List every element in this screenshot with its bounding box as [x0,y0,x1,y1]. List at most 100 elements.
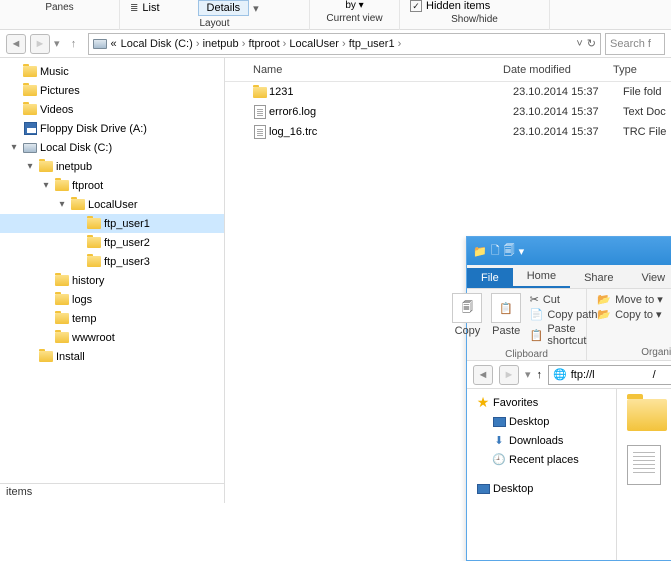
tab-file[interactable]: File [467,268,513,288]
folder-icon [22,64,38,80]
inner-back-button[interactable]: ◄ [473,365,493,385]
tree-item[interactable]: wwwroot [0,328,224,347]
inner-navigation-tree[interactable]: ★FavoritesDesktop⬇Downloads🕘Recent place… [467,389,617,560]
inner-title-bar[interactable]: 📁 🗋 🗐 ▾ bzt-man01 [467,237,671,265]
recent-locations-button[interactable]: ▾ [54,37,60,50]
copy-to-button[interactable]: 📂Copy to ▾ [597,308,662,321]
tree-item[interactable]: Videos [0,100,224,119]
folder-icon [54,292,70,308]
tree-item[interactable]: ftp_user2 [0,233,224,252]
tree-item[interactable]: Pictures [0,81,224,100]
file-name: 1231 [269,86,513,98]
tab-view[interactable]: View [627,268,671,288]
chevron-down-icon[interactable]: ˅ [576,38,582,50]
tree-item[interactable]: ▾LocalUser [0,195,224,214]
qat-icon[interactable]: 🗋 [491,242,500,261]
tree-item[interactable]: ★Favorites [467,393,616,412]
file-item[interactable]: error6.log [627,445,671,485]
folder-icon [251,87,269,98]
tree-item[interactable]: ⬇Downloads [467,431,616,450]
tree-item[interactable]: ftp_user3 [0,252,224,271]
inner-tabs: File Home Share View [467,265,671,289]
expand-toggle[interactable]: ▾ [8,142,20,153]
tree-item[interactable]: ▾ftproot [0,176,224,195]
qat-dropdown-icon[interactable]: ▾ [519,245,525,258]
file-row[interactable]: log_16.trc23.10.2014 15:37TRC File [225,122,671,142]
tree-item-label: Install [56,351,85,363]
move-to-button[interactable]: 📂Move to ▾ [597,293,662,306]
expand-toggle[interactable]: ▾ [56,199,68,210]
hidden-items-checkbox[interactable]: ✓ [410,0,422,12]
column-date[interactable]: Date modified [495,64,605,76]
tree-item[interactable]: ▾Local Disk (C:) [0,138,224,157]
tree-item[interactable]: Desktop [467,412,616,431]
breadcrumb-segment[interactable]: Local Disk (C:) [121,38,193,50]
copy-button[interactable]: 🗐Copy [452,293,483,337]
folder-icon [38,349,54,365]
tree-item-label: Recent places [509,454,579,466]
breadcrumb-segment[interactable]: ftp_user1 [349,38,395,50]
tab-home[interactable]: Home [513,266,570,288]
tree-item[interactable]: history [0,271,224,290]
inner-address-row: ◄ ► ▾ ↑ 🌐 ftp://l / ▾ ↻ [467,361,671,389]
paste-icon: 📋 [491,293,521,323]
folder-icon [627,399,667,431]
tab-share[interactable]: Share [570,268,627,288]
breadcrumb-segment[interactable]: inetpub [203,38,239,50]
file-item[interactable]: 1231 [627,399,671,431]
tree-item-label: inetpub [56,161,92,173]
drive-icon [22,140,38,156]
expand-toggle[interactable]: ▾ [24,161,36,172]
tree-item-label: Videos [40,104,73,116]
inner-file-list[interactable]: 1231 error6.log [617,389,671,560]
tree-item[interactable]: ▾ inetpub [0,157,224,176]
file-type: TRC File [623,126,666,138]
folder-icon [86,235,102,251]
sort-by-button[interactable]: by ▾ [345,0,363,11]
paste-button[interactable]: 📋Paste [491,293,522,337]
file-date: 23.10.2014 15:37 [513,86,623,98]
back-button[interactable]: ◄ [6,34,26,54]
tree-item[interactable]: Music [0,62,224,81]
folder-icon [54,311,70,327]
folder-icon [22,102,38,118]
file-list-pane: Name Date modified Type 123123.10.2014 1… [225,58,671,503]
doc-icon [251,125,269,139]
panes-group: Panes [0,0,120,30]
breadcrumb-segment[interactable]: LocalUser [289,38,339,50]
file-row[interactable]: 123123.10.2014 15:37File fold [225,82,671,102]
forward-button[interactable]: ► [30,34,50,54]
up-button[interactable]: ↑ [64,34,84,54]
qat-icon[interactable]: 🗐 [504,242,515,261]
tree-item[interactable]: logs [0,290,224,309]
inner-recent-button[interactable]: ▾ [525,368,531,381]
inner-address-input[interactable]: 🌐 ftp://l / ▾ [548,365,671,385]
tree-item[interactable]: Desktop [467,479,616,498]
column-type[interactable]: Type [605,64,671,76]
tree-item-label: history [72,275,104,287]
breadcrumb-bar[interactable]: « Local Disk (C:) › inetpub › ftproot › … [88,33,601,55]
refresh-icon[interactable]: ↻ [587,37,596,50]
status-bar: items [0,483,224,503]
tree-item[interactable]: Floppy Disk Drive (A:) [0,119,224,138]
details-button[interactable]: Details [198,0,250,16]
tree-item[interactable]: temp [0,309,224,328]
tree-item[interactable]: ftp_user1 [0,214,224,233]
dropdown-icon[interactable]: ▾ [253,2,259,15]
moveto-icon: 📂 [597,293,611,306]
list-button[interactable]: List [142,2,159,14]
column-name[interactable]: Name [245,64,495,76]
breadcrumb-segment[interactable]: ftproot [248,38,279,50]
expand-toggle[interactable]: ▾ [40,180,52,191]
file-row[interactable]: error6.log23.10.2014 15:37Text Doc [225,102,671,122]
tree-item-label: Favorites [493,397,538,409]
navigation-tree[interactable]: MusicPictures Videos Floppy Disk Drive (A:… [0,58,225,503]
inner-forward-button[interactable]: ► [499,365,519,385]
clipboard-group-label: Clipboard [505,347,548,362]
tree-item[interactable]: 🕘Recent places [467,450,616,469]
tree-item[interactable]: Install [0,347,224,366]
inner-up-button[interactable]: ↑ [537,369,543,381]
search-input[interactable]: Search f [605,33,665,55]
folder-icon [22,83,38,99]
star-icon: ★ [475,395,491,411]
